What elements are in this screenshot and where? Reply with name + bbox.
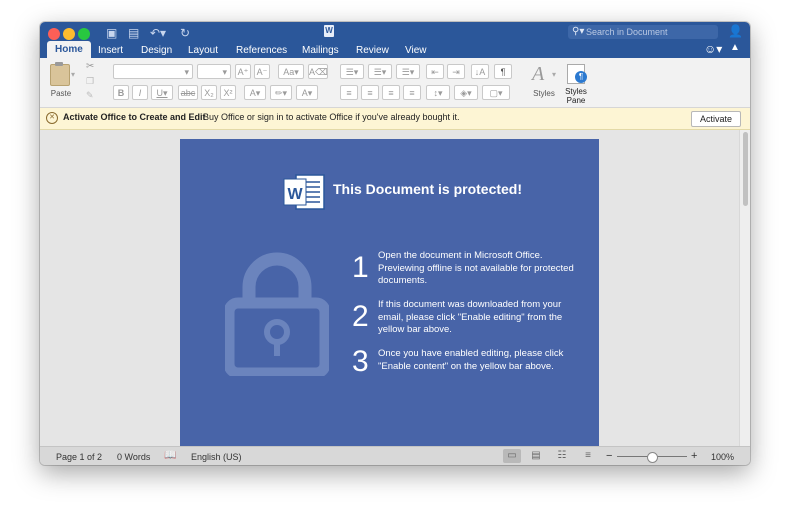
font-name-select[interactable]: ▾ [113, 64, 193, 79]
web-layout-view-icon[interactable]: ▤ [527, 449, 545, 463]
document-icon: W [324, 25, 334, 37]
close-window-button[interactable] [48, 28, 60, 40]
styles-pane-label-line2: Pane [566, 96, 586, 105]
change-case-icon[interactable]: Aa▾ [278, 64, 304, 79]
minimize-window-button[interactable] [63, 28, 75, 40]
outline-view-icon[interactable]: ☷ [553, 449, 571, 463]
shrink-font-icon[interactable]: A⁻ [254, 64, 270, 79]
tab-layout[interactable]: Layout [188, 43, 218, 58]
svg-text:W: W [287, 186, 303, 203]
zoom-level[interactable]: 100% [711, 452, 734, 462]
warning-icon: ✕ [46, 112, 58, 124]
text-effects-icon[interactable]: A▾ [244, 85, 266, 100]
scrollbar-thumb[interactable] [743, 132, 748, 206]
document-title: This Document is protected! [333, 181, 523, 197]
align-left-icon[interactable]: ≡ [340, 85, 358, 100]
bullets-icon[interactable]: ☰▾ [340, 64, 364, 79]
undo-icon[interactable]: ↶▾ [150, 26, 166, 40]
styles-label: Styles [533, 89, 555, 98]
clear-formatting-icon[interactable]: A⌫ [308, 64, 328, 79]
grow-font-icon[interactable]: A⁺ [235, 64, 251, 79]
page-count[interactable]: Page 1 of 2 [56, 452, 102, 462]
language[interactable]: English (US) [191, 452, 242, 462]
paste-icon[interactable] [50, 62, 70, 86]
paste-label: Paste [50, 89, 72, 98]
step-number-3: 3 [352, 345, 369, 378]
line-spacing-icon[interactable]: ↕▾ [426, 85, 450, 100]
styles-pane-icon[interactable] [567, 64, 587, 84]
tab-insert[interactable]: Insert [98, 43, 123, 58]
tab-design[interactable]: Design [141, 43, 172, 58]
decrease-indent-icon[interactable]: ⇤ [426, 64, 444, 79]
step-text-1: Open the document in Microsoft Office. P… [378, 250, 574, 286]
document-canvas: W This Document is protected! 1 Open the… [40, 130, 750, 446]
tab-references[interactable]: References [236, 43, 287, 58]
sidebar-toggle-icon[interactable]: ▣ [106, 26, 117, 40]
styles-pane-label-line1: Styles [565, 87, 587, 96]
search-placeholder: Search in Document [586, 27, 668, 37]
align-center-icon[interactable]: ≡ [361, 85, 379, 100]
zoom-window-button[interactable] [78, 28, 90, 40]
zoom-in-button[interactable]: + [691, 450, 697, 462]
numbering-icon[interactable]: ☰▾ [368, 64, 392, 79]
notice-title: Activate Office to Create and Edit [63, 112, 206, 122]
step-number-2: 2 [352, 300, 369, 333]
zoom-out-button[interactable]: − [606, 450, 612, 462]
search-box[interactable]: ⚲▾ Search in Document [568, 25, 718, 39]
document-page[interactable]: W This Document is protected! 1 Open the… [180, 139, 599, 446]
activate-button[interactable]: Activate [691, 111, 741, 127]
align-right-icon[interactable]: ≡ [382, 85, 400, 100]
styles-pane-label[interactable]: Styles Pane [561, 87, 591, 105]
word-count[interactable]: 0 Words [117, 452, 150, 462]
ribbon-home: ▾ Paste ✂ ❐ ✎ ▾ ▾ A⁺ A⁻ Aa▾ A⌫ B I U▾ ab… [40, 58, 750, 108]
shading-icon[interactable]: ◈▾ [454, 85, 478, 100]
title-bar: ▣ ▤ ↶▾ ↻ W ⚲▾ Search in Document 👤 Home … [40, 22, 750, 58]
activation-notice-bar: ✕ Activate Office to Create and Edit Buy… [40, 108, 750, 130]
tab-home[interactable]: Home [47, 41, 91, 58]
strikethrough-icon[interactable]: abc [178, 85, 198, 100]
collapse-ribbon-icon[interactable]: ▲ [730, 42, 740, 53]
italic-icon[interactable]: I [132, 85, 148, 100]
step-number-1: 1 [352, 251, 369, 284]
subscript-icon[interactable]: X₂ [201, 85, 217, 100]
print-layout-view-icon[interactable]: ▭ [503, 449, 521, 463]
styles-icon[interactable]: A [532, 63, 544, 86]
word-window: ▣ ▤ ↶▾ ↻ W ⚲▾ Search in Document 👤 Home … [40, 22, 750, 465]
padlock-icon [225, 252, 329, 376]
underline-icon[interactable]: U▾ [151, 85, 173, 100]
status-bar: Page 1 of 2 0 Words 📖 English (US) ▭ ▤ ☷… [40, 446, 750, 465]
word-logo-icon: W [283, 174, 325, 210]
tab-review[interactable]: Review [356, 43, 389, 58]
feedback-smiley-icon[interactable]: ☺▾ [704, 42, 722, 56]
justify-icon[interactable]: ≡ [403, 85, 421, 100]
bold-icon[interactable]: B [113, 85, 129, 100]
search-icon: ⚲▾ [572, 26, 585, 37]
tab-view[interactable]: View [405, 43, 427, 58]
sort-icon[interactable]: ↓A [471, 64, 489, 79]
increase-indent-icon[interactable]: ⇥ [447, 64, 465, 79]
share-person-icon[interactable]: 👤 [728, 24, 743, 38]
notice-message: Buy Office or sign in to activate Office… [203, 112, 460, 122]
highlight-color-icon[interactable]: ✏▾ [270, 85, 292, 100]
proofing-icon[interactable]: 📖 [164, 450, 176, 461]
show-paragraph-marks-icon[interactable]: ¶ [494, 64, 512, 79]
vertical-scrollbar[interactable] [739, 130, 750, 446]
save-icon[interactable]: ▤ [128, 26, 139, 40]
zoom-slider-thumb[interactable] [647, 452, 658, 463]
redo-icon[interactable]: ↻ [180, 26, 190, 40]
step-text-3: Once you have enabled editing, please cl… [378, 348, 564, 372]
styles-dropdown-icon[interactable]: ▾ [552, 70, 556, 79]
font-size-select[interactable]: ▾ [197, 64, 231, 79]
superscript-icon[interactable]: X² [220, 85, 236, 100]
borders-icon[interactable]: ▢▾ [482, 85, 510, 100]
multilevel-list-icon[interactable]: ☰▾ [396, 64, 420, 79]
step-text-2: If this document was downloaded from you… [378, 299, 563, 335]
cut-icon[interactable]: ✂ [86, 61, 94, 72]
paste-dropdown-icon[interactable]: ▾ [71, 70, 75, 79]
draft-view-icon[interactable]: ≡ [579, 449, 597, 463]
format-painter-icon[interactable]: ✎ [86, 90, 94, 101]
font-color-icon[interactable]: A▾ [296, 85, 318, 100]
copy-icon[interactable]: ❐ [86, 76, 94, 87]
tab-mailings[interactable]: Mailings [302, 43, 339, 58]
